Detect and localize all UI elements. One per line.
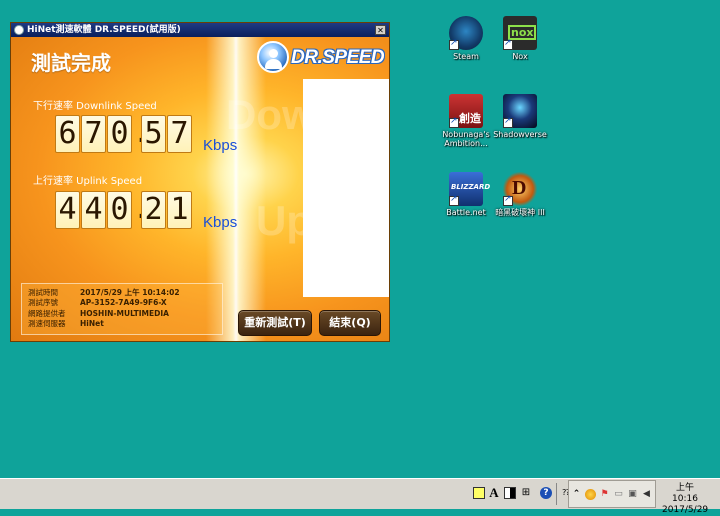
info-key: 測速伺服器: [28, 319, 66, 328]
uplink-digit: 4: [81, 191, 106, 229]
ime-letter-icon[interactable]: A: [488, 486, 500, 499]
nox-logo-text: nox: [508, 25, 537, 40]
desktop-icon-label: Battle.net: [446, 208, 486, 217]
taskbar: A ⊞ ? ⁇ ⌃ ⚑ ▭ ▣ ◀ 上午 10:16 2017/5/29: [0, 478, 720, 515]
ime-keyboard-icon[interactable]: ⊞: [520, 487, 532, 499]
desktop-icon-label: Shadowverse: [493, 130, 547, 139]
doctor-avatar-icon: [257, 41, 289, 73]
desktop-icon-battlenet[interactable]: BLIZZARD Battle.net: [436, 172, 496, 217]
test-status-title: 測試完成: [31, 51, 111, 75]
nox-icon: nox: [503, 16, 537, 50]
desktop-icon-shadowverse[interactable]: Shadowverse: [490, 94, 550, 139]
shortcut-arrow-icon: [449, 116, 459, 128]
uplink-decimal-point: .: [133, 191, 150, 229]
quit-button[interactable]: 結束(Q): [319, 310, 381, 336]
downlink-digit: 7: [81, 115, 106, 153]
window-titlebar[interactable]: HiNet測速軟體 DR.SPEED(試用版) ✕: [11, 23, 389, 37]
uplink-label: 上行速率 Uplink Speed: [33, 176, 143, 187]
downlink-digit: 6: [55, 115, 80, 153]
drspeed-window: HiNet測速軟體 DR.SPEED(試用版) ✕ Downli Up 測試完成…: [10, 22, 390, 342]
downlink-digit: 7: [167, 115, 192, 153]
info-value: AP-3152-7A49-9F6-X: [80, 298, 167, 307]
window-title: HiNet測速軟體 DR.SPEED(試用版): [27, 25, 181, 35]
desktop-icon-steam[interactable]: Steam: [436, 16, 496, 61]
info-key: 測試序號: [28, 298, 58, 307]
info-key: 網路提供者: [28, 309, 66, 318]
info-value: HiNet: [80, 319, 104, 328]
uplink-speed-display: 4 4 0 . 2 1: [55, 191, 193, 229]
window-close-button[interactable]: ✕: [375, 25, 386, 35]
network-icon[interactable]: ▣: [627, 489, 638, 500]
uplink-digit: 0: [107, 191, 132, 229]
taskbar-clock[interactable]: 上午 10:16 2017/5/29: [662, 483, 708, 516]
diablo-icon: D: [503, 172, 537, 206]
downlink-speed-display: 6 7 0 . 5 7: [55, 115, 193, 153]
ime-halfwidth-icon[interactable]: [504, 487, 516, 499]
shortcut-arrow-icon: [503, 116, 513, 128]
nobunaga-icon: 創造: [449, 94, 483, 128]
downlink-digit: 5: [141, 115, 166, 153]
downlink-label: 下行速率 Downlink Speed: [33, 101, 157, 112]
action-center-flag-icon[interactable]: ⚑: [599, 489, 610, 500]
desktop-icon-nobunaga[interactable]: 創造 Nobunaga's Ambition...: [436, 94, 496, 148]
retest-button[interactable]: 重新測試(T): [238, 310, 312, 336]
info-key: 測試時間: [28, 288, 58, 297]
taskbar-divider: [556, 483, 557, 505]
desktop-icon-diablo[interactable]: D 暗黑破壞神 III: [490, 172, 550, 217]
nobunaga-glyph: 創造: [459, 112, 481, 125]
downlink-digit: 0: [107, 115, 132, 153]
notification-area: ⌃ ⚑ ▭ ▣ ◀: [568, 480, 656, 508]
desktop-icon-nox[interactable]: nox Nox: [490, 16, 550, 61]
clock-date: 2017/5/29: [662, 505, 709, 515]
uplink-unit: Kbps: [203, 214, 238, 231]
info-value: 2017/5/29 上午 10:14:02: [80, 288, 180, 297]
clock-time: 上午 10:16: [672, 483, 698, 504]
info-value: HOSHIN-MULTIMEDIA: [80, 309, 169, 318]
desktop-icon-label: Nobunaga's Ambition...: [442, 130, 490, 148]
diablo-glyph: D: [512, 177, 527, 199]
help-icon[interactable]: ?: [540, 487, 552, 499]
volume-icon[interactable]: ◀: [641, 489, 652, 500]
desktop-icon-label: Steam: [453, 52, 479, 61]
shortcut-arrow-icon: [449, 194, 459, 206]
shortcut-arrow-icon: [503, 194, 513, 206]
uplink-digit: 1: [167, 191, 192, 229]
ad-panel: [303, 79, 389, 297]
desktop-icon-label: Nox: [512, 52, 528, 61]
app-icon: [14, 25, 24, 35]
window-client: Downli Up 測試完成 DR.SPEED 下行速率 Downlink Sp…: [11, 37, 389, 341]
logo-text: DR.SPEED: [291, 47, 385, 68]
show-hidden-icons-chevron-icon[interactable]: ⌃: [571, 489, 582, 500]
shortcut-arrow-icon: [503, 38, 513, 50]
blizzard-logo-text: BLIZZARD: [451, 183, 491, 191]
tray-app-icon[interactable]: [585, 489, 596, 500]
uplink-digit: 2: [141, 191, 166, 229]
desktop-icon-label: 暗黑破壞神 III: [495, 208, 545, 217]
shadowverse-icon: [503, 94, 537, 128]
battlenet-icon: BLIZZARD: [449, 172, 490, 206]
display-icon[interactable]: ▭: [613, 489, 624, 500]
ime-mode-icon[interactable]: [473, 487, 485, 499]
uplink-digit: 4: [55, 191, 80, 229]
shortcut-arrow-icon: [449, 38, 459, 50]
downlink-unit: Kbps: [203, 137, 238, 154]
steam-icon: [449, 16, 483, 50]
test-info-box: 測試時間 2017/5/29 上午 10:14:02 測試序號 AP-3152-…: [21, 283, 223, 335]
drspeed-logo: DR.SPEED: [257, 41, 385, 75]
downlink-decimal-point: .: [133, 115, 150, 153]
